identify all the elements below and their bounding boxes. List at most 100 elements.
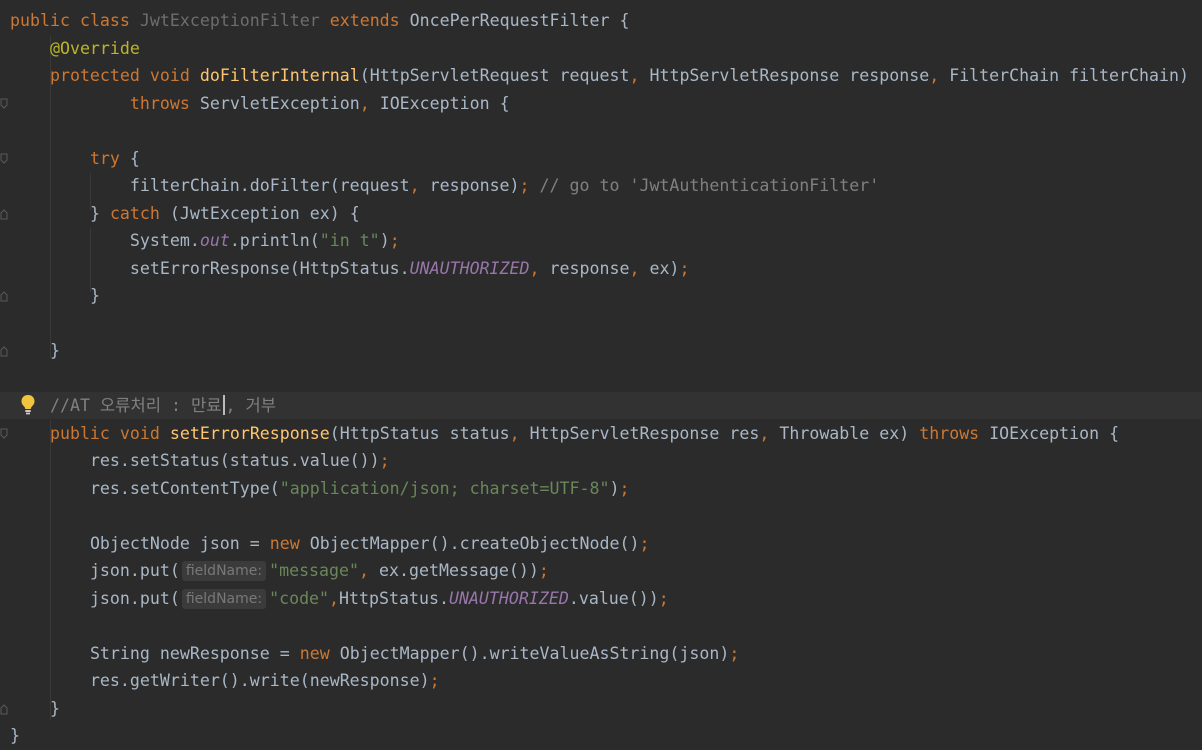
code-line-close-class[interactable]: } (10, 722, 20, 749)
comma: , (759, 424, 770, 443)
brace: } (49, 341, 60, 360)
semicolon: ; (538, 561, 549, 580)
fold-marker-icon[interactable] (0, 290, 8, 302)
comma: , (329, 589, 340, 608)
brace: } (89, 286, 100, 305)
code-line-method-signature[interactable]: protected void doFilterInternal(HttpServ… (10, 62, 1189, 89)
method-call: ex.getMessage()) (379, 561, 539, 580)
declaration: String newResponse = (89, 644, 300, 663)
semicolon: ; (389, 231, 400, 250)
fold-marker-icon[interactable] (0, 345, 8, 357)
code-line-throws[interactable]: throws ServletException, IOException { (10, 90, 510, 117)
code-line-override[interactable]: @Override (10, 35, 140, 62)
class-name: JwtExceptionFilter (139, 11, 320, 30)
fold-marker-icon[interactable] (0, 428, 8, 440)
string-literal: "in t" (319, 231, 380, 250)
class-ref: System. (129, 231, 200, 250)
exception-type: ServletException (199, 94, 360, 113)
code-line-comment-current[interactable]: //AT 오류처리 : 만료, 거부 (0, 392, 1202, 419)
parameter: HttpServletResponse response (649, 66, 930, 85)
keyword: new (299, 644, 330, 663)
keyword: extends (329, 11, 400, 30)
paren: ( (359, 66, 370, 85)
method-call: ObjectMapper().writeValueAsString(json) (339, 644, 730, 663)
catch-clause: (JwtException ex) { (169, 204, 360, 223)
method-call: res.getWriter().write(newResponse) (89, 671, 430, 690)
code-line-put-message[interactable]: json.put(fieldName: "message", ex.getMess… (10, 557, 549, 584)
keyword: throws (129, 94, 190, 113)
exception-type: IOException { (379, 94, 510, 113)
paren: ) (609, 479, 620, 498)
keyword: protected (49, 66, 140, 85)
keyword: throws (919, 424, 980, 443)
brace: { (129, 149, 140, 168)
method-name: setErrorResponse (169, 424, 330, 443)
method-call: res.setContentType( (89, 479, 280, 498)
super-class: OncePerRequestFilter (409, 11, 610, 30)
code-line-objectnode[interactable]: ObjectNode json = new ObjectMapper().cre… (10, 530, 650, 557)
code-line-newresponse[interactable]: String newResponse = new ObjectMapper().… (10, 640, 739, 667)
argument: response) (429, 176, 520, 195)
keyword: catch (109, 204, 160, 223)
code-line-dofilter[interactable]: filterChain.doFilter(request, response);… (10, 172, 879, 199)
comma: , (509, 424, 520, 443)
semicolon: ; (658, 589, 669, 608)
parameter-hint: fieldName: (181, 589, 267, 609)
semicolon: ; (679, 259, 690, 278)
line-comment: //AT 오류처리 : 만료 (49, 396, 222, 415)
brace: } (49, 699, 60, 718)
code-line-setcontenttype[interactable]: res.setContentType("application/json; ch… (10, 475, 630, 502)
code-line-write[interactable]: res.getWriter().write(newResponse); (10, 667, 440, 694)
code-line-put-code[interactable]: json.put(fieldName: "code",HttpStatus.UNA… (10, 585, 669, 612)
parameter: HttpServletRequest request (369, 66, 630, 85)
annotation: @Override (49, 39, 140, 58)
method-name: doFilterInternal (199, 66, 360, 85)
semicolon: ; (619, 479, 630, 498)
keyword: void (149, 66, 190, 85)
comma: , (359, 561, 370, 580)
comma: , (929, 66, 940, 85)
keyword: void (119, 424, 160, 443)
comma: , (629, 66, 640, 85)
method-call: setErrorResponse(HttpStatus. (129, 259, 410, 278)
method-call: .value()) (568, 589, 659, 608)
static-field: UNAUTHORIZED (409, 259, 530, 278)
declaration: ObjectNode json = (89, 534, 270, 553)
paren: ) (379, 231, 390, 250)
fold-marker-icon[interactable] (0, 98, 8, 110)
keyword: public (10, 11, 70, 30)
comma: , (529, 259, 540, 278)
exception-type: IOException { (989, 424, 1120, 443)
method-call: filterChain.doFilter(request (129, 176, 410, 195)
code-line-catch[interactable]: } catch (JwtException ex) { (10, 200, 360, 227)
brace: } (89, 204, 100, 223)
line-comment: , 거부 (225, 396, 277, 415)
line-comment: // go to 'JwtAuthenticationFilter' (539, 176, 880, 195)
code-line-close-method[interactable]: } (10, 337, 60, 364)
string-literal: "code" (269, 589, 330, 608)
code-line-close-method[interactable]: } (10, 695, 60, 722)
keyword: new (269, 534, 300, 553)
fold-marker-icon[interactable] (0, 153, 8, 165)
comma: , (629, 259, 640, 278)
code-editor[interactable]: public class JwtExceptionFilter extends … (0, 0, 1202, 750)
code-line-method2-signature[interactable]: public void setErrorResponse(HttpStatus … (10, 420, 1119, 447)
semicolon: ; (429, 671, 440, 690)
code-line-setstatus[interactable]: res.setStatus(status.value()); (10, 447, 390, 474)
fold-marker-icon[interactable] (0, 208, 8, 220)
parameter: (HttpStatus status (329, 424, 510, 443)
method-call: json.put( (89, 561, 180, 580)
code-line-seterror-call[interactable]: setErrorResponse(HttpStatus.UNAUTHORIZED… (10, 255, 690, 282)
code-line-class-declaration[interactable]: public class JwtExceptionFilter extends … (10, 7, 629, 34)
lightbulb-icon[interactable] (20, 394, 36, 416)
static-field: out (199, 231, 230, 250)
class-ref: HttpStatus. (339, 589, 449, 608)
fold-marker-icon[interactable] (0, 703, 8, 715)
parameter-hint: fieldName: (181, 561, 267, 581)
code-line-println[interactable]: System.out.println("in t"); (10, 227, 400, 254)
code-line-try[interactable]: try { (10, 145, 140, 172)
text-caret (222, 395, 225, 415)
string-literal: "application/json; charset=UTF-8" (279, 479, 610, 498)
method-call: res.setStatus(status.value()) (89, 451, 380, 470)
code-line-close-catch[interactable]: } (10, 282, 100, 309)
